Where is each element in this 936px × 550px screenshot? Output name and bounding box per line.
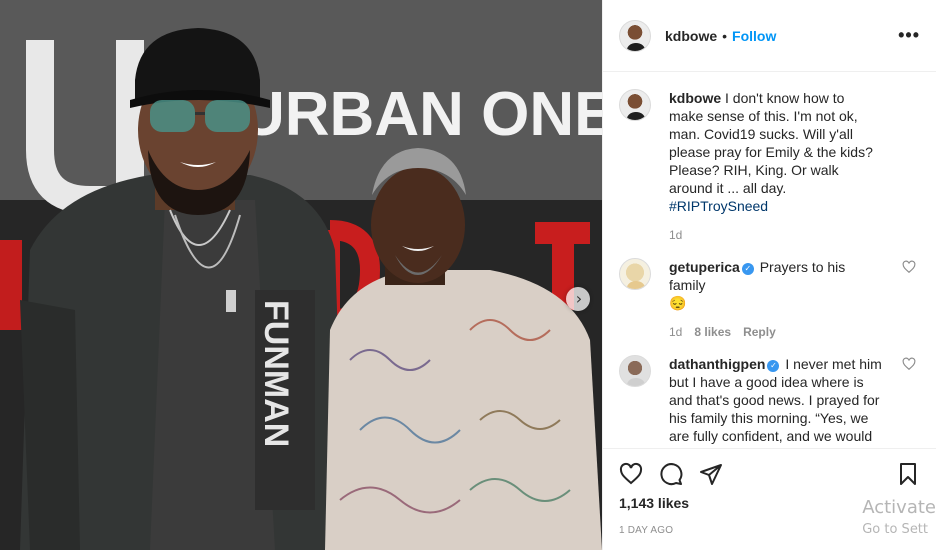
watermark-line1: Activate [862, 497, 936, 518]
comment-age[interactable]: 1d [669, 325, 682, 339]
caption-body: kdbowe I don't know how to make sense of… [669, 89, 882, 215]
post-details-panel: kdbowe • Follow ••• kdbowe I don't know … [602, 0, 936, 550]
photo-illustration: URBAN ONE FUNMAN [0, 0, 602, 550]
share-icon[interactable] [699, 462, 723, 486]
comment-username[interactable]: dathanthigpen [669, 356, 765, 372]
heart-icon[interactable] [902, 357, 916, 371]
carousel-next-icon: › [575, 289, 583, 308]
svg-text:FUNMAN: FUNMAN [257, 300, 295, 447]
post-photo[interactable]: URBAN ONE FUNMAN › [0, 0, 602, 550]
bookmark-icon[interactable] [896, 462, 920, 486]
action-bar [619, 449, 920, 499]
commenter-avatar[interactable] [619, 258, 651, 290]
comment-body: getuperica ✓ Prayers to his family 😔 [669, 258, 882, 312]
comments-list[interactable]: kdbowe I don't know how to make sense of… [603, 73, 936, 447]
list-item: getuperica ✓ Prayers to his family 😔 [619, 258, 920, 312]
avatar[interactable] [619, 19, 651, 52]
caption-meta: 1d [669, 228, 920, 242]
more-options-icon[interactable]: ••• [898, 25, 920, 46]
verified-badge-icon: ✓ [767, 360, 780, 372]
header-username[interactable]: kdbowe [665, 28, 717, 44]
comment-likes[interactable]: 8 likes [694, 325, 731, 339]
backdrop-logo-text: URBAN ONE [240, 80, 602, 149]
post-header: kdbowe • Follow ••• [603, 0, 936, 72]
carousel-next-button[interactable]: › [566, 287, 590, 311]
heart-icon[interactable] [902, 260, 916, 274]
follow-button[interactable]: Follow [732, 28, 776, 44]
caption-username[interactable]: kdbowe [669, 90, 721, 106]
header-separator: • [722, 27, 728, 44]
caption-age[interactable]: 1d [669, 228, 682, 242]
comment-body: dathanthigpen ✓ I never met him but I hav… [669, 355, 882, 447]
comment-icon[interactable] [659, 462, 683, 486]
comment-meta: 1d 8 likes Reply [669, 325, 920, 339]
caption-avatar[interactable] [619, 89, 651, 121]
verified-badge-icon: ✓ [741, 263, 754, 275]
heart-icon[interactable] [619, 462, 643, 486]
list-item: dathanthigpen ✓ I never met him but I hav… [619, 355, 920, 447]
activation-watermark: Activate Go to Sett [862, 497, 936, 537]
watermark-line2: Go to Sett [862, 522, 929, 537]
comment-username[interactable]: getuperica [669, 259, 740, 275]
caption: kdbowe I don't know how to make sense of… [619, 89, 920, 215]
comment-emoji: 😔 [669, 295, 687, 311]
reply-button[interactable]: Reply [743, 325, 776, 339]
commenter-avatar[interactable] [619, 355, 651, 387]
caption-hashtag[interactable]: #RIPTroySneed [669, 198, 768, 214]
